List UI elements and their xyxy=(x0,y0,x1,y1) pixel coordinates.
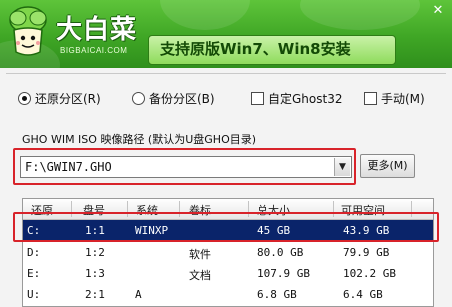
backup-partition-label: 备份分区(B) xyxy=(149,92,215,106)
brand-name: 大白菜 xyxy=(56,15,138,45)
cell-total: 6.8 GB xyxy=(257,288,297,301)
header-decoration xyxy=(160,0,250,30)
radio-unselected-icon xyxy=(132,92,145,105)
cell-total: 107.9 GB xyxy=(257,267,310,280)
close-button[interactable]: ✕ xyxy=(430,4,446,18)
cabbage-mascot-logo xyxy=(9,6,47,56)
highlight-box-path xyxy=(13,148,356,185)
cell-label: 软件 xyxy=(189,248,211,261)
cell-disk: 1:3 xyxy=(85,267,105,280)
app-header: 大白菜 BIGBAICAI.COM 支持原版Win7、Win8安装 ✕ xyxy=(0,0,452,68)
cell-drive: E: xyxy=(27,267,41,280)
more-button[interactable]: 更多(M) xyxy=(360,154,415,178)
backup-partition-radio[interactable]: 备份分区(B) xyxy=(132,90,215,106)
radio-selected-icon xyxy=(18,92,31,105)
cell-disk: 1:2 xyxy=(85,246,105,259)
custom-ghost-checkbox[interactable]: 自定Ghost32 xyxy=(251,90,342,106)
restore-partition-label: 还原分区(R) xyxy=(35,92,101,106)
header-decoration xyxy=(300,0,420,30)
custom-ghost-label: 自定Ghost32 xyxy=(268,92,343,106)
cell-free: 6.4 GB xyxy=(343,288,383,301)
manual-checkbox[interactable]: 手动(M) xyxy=(364,90,425,106)
cell-free: 102.2 GB xyxy=(343,267,396,280)
restore-partition-radio[interactable]: 还原分区(R) xyxy=(18,90,101,106)
cell-total: 80.0 GB xyxy=(257,246,304,259)
divider xyxy=(6,73,446,74)
slogan-text: 支持原版Win7、Win8安装 xyxy=(160,40,351,58)
cell-label: 文档 xyxy=(189,269,211,282)
checkbox-unchecked-icon xyxy=(251,92,264,105)
cell-system: A xyxy=(135,288,142,301)
cell-drive: D: xyxy=(27,246,41,259)
checkbox-unchecked-icon xyxy=(364,92,377,105)
cell-drive: U: xyxy=(27,288,41,301)
cell-disk: 2:1 xyxy=(85,288,105,301)
table-row[interactable]: D: 1:2 软件 80.0 GB 79.9 GB xyxy=(23,242,433,263)
image-path-label: GHO WIM ISO 映像路径 (默认为U盘GHO目录) xyxy=(22,133,257,146)
table-row[interactable]: U: 2:1 A 6.8 GB 6.4 GB xyxy=(23,284,433,305)
brand-domain: BIGBAICAI.COM xyxy=(60,46,128,55)
table-row[interactable]: E: 1:3 文档 107.9 GB 102.2 GB xyxy=(23,263,433,284)
highlight-box-row xyxy=(13,212,439,242)
manual-label: 手动(M) xyxy=(381,92,425,106)
cell-free: 79.9 GB xyxy=(343,246,390,259)
